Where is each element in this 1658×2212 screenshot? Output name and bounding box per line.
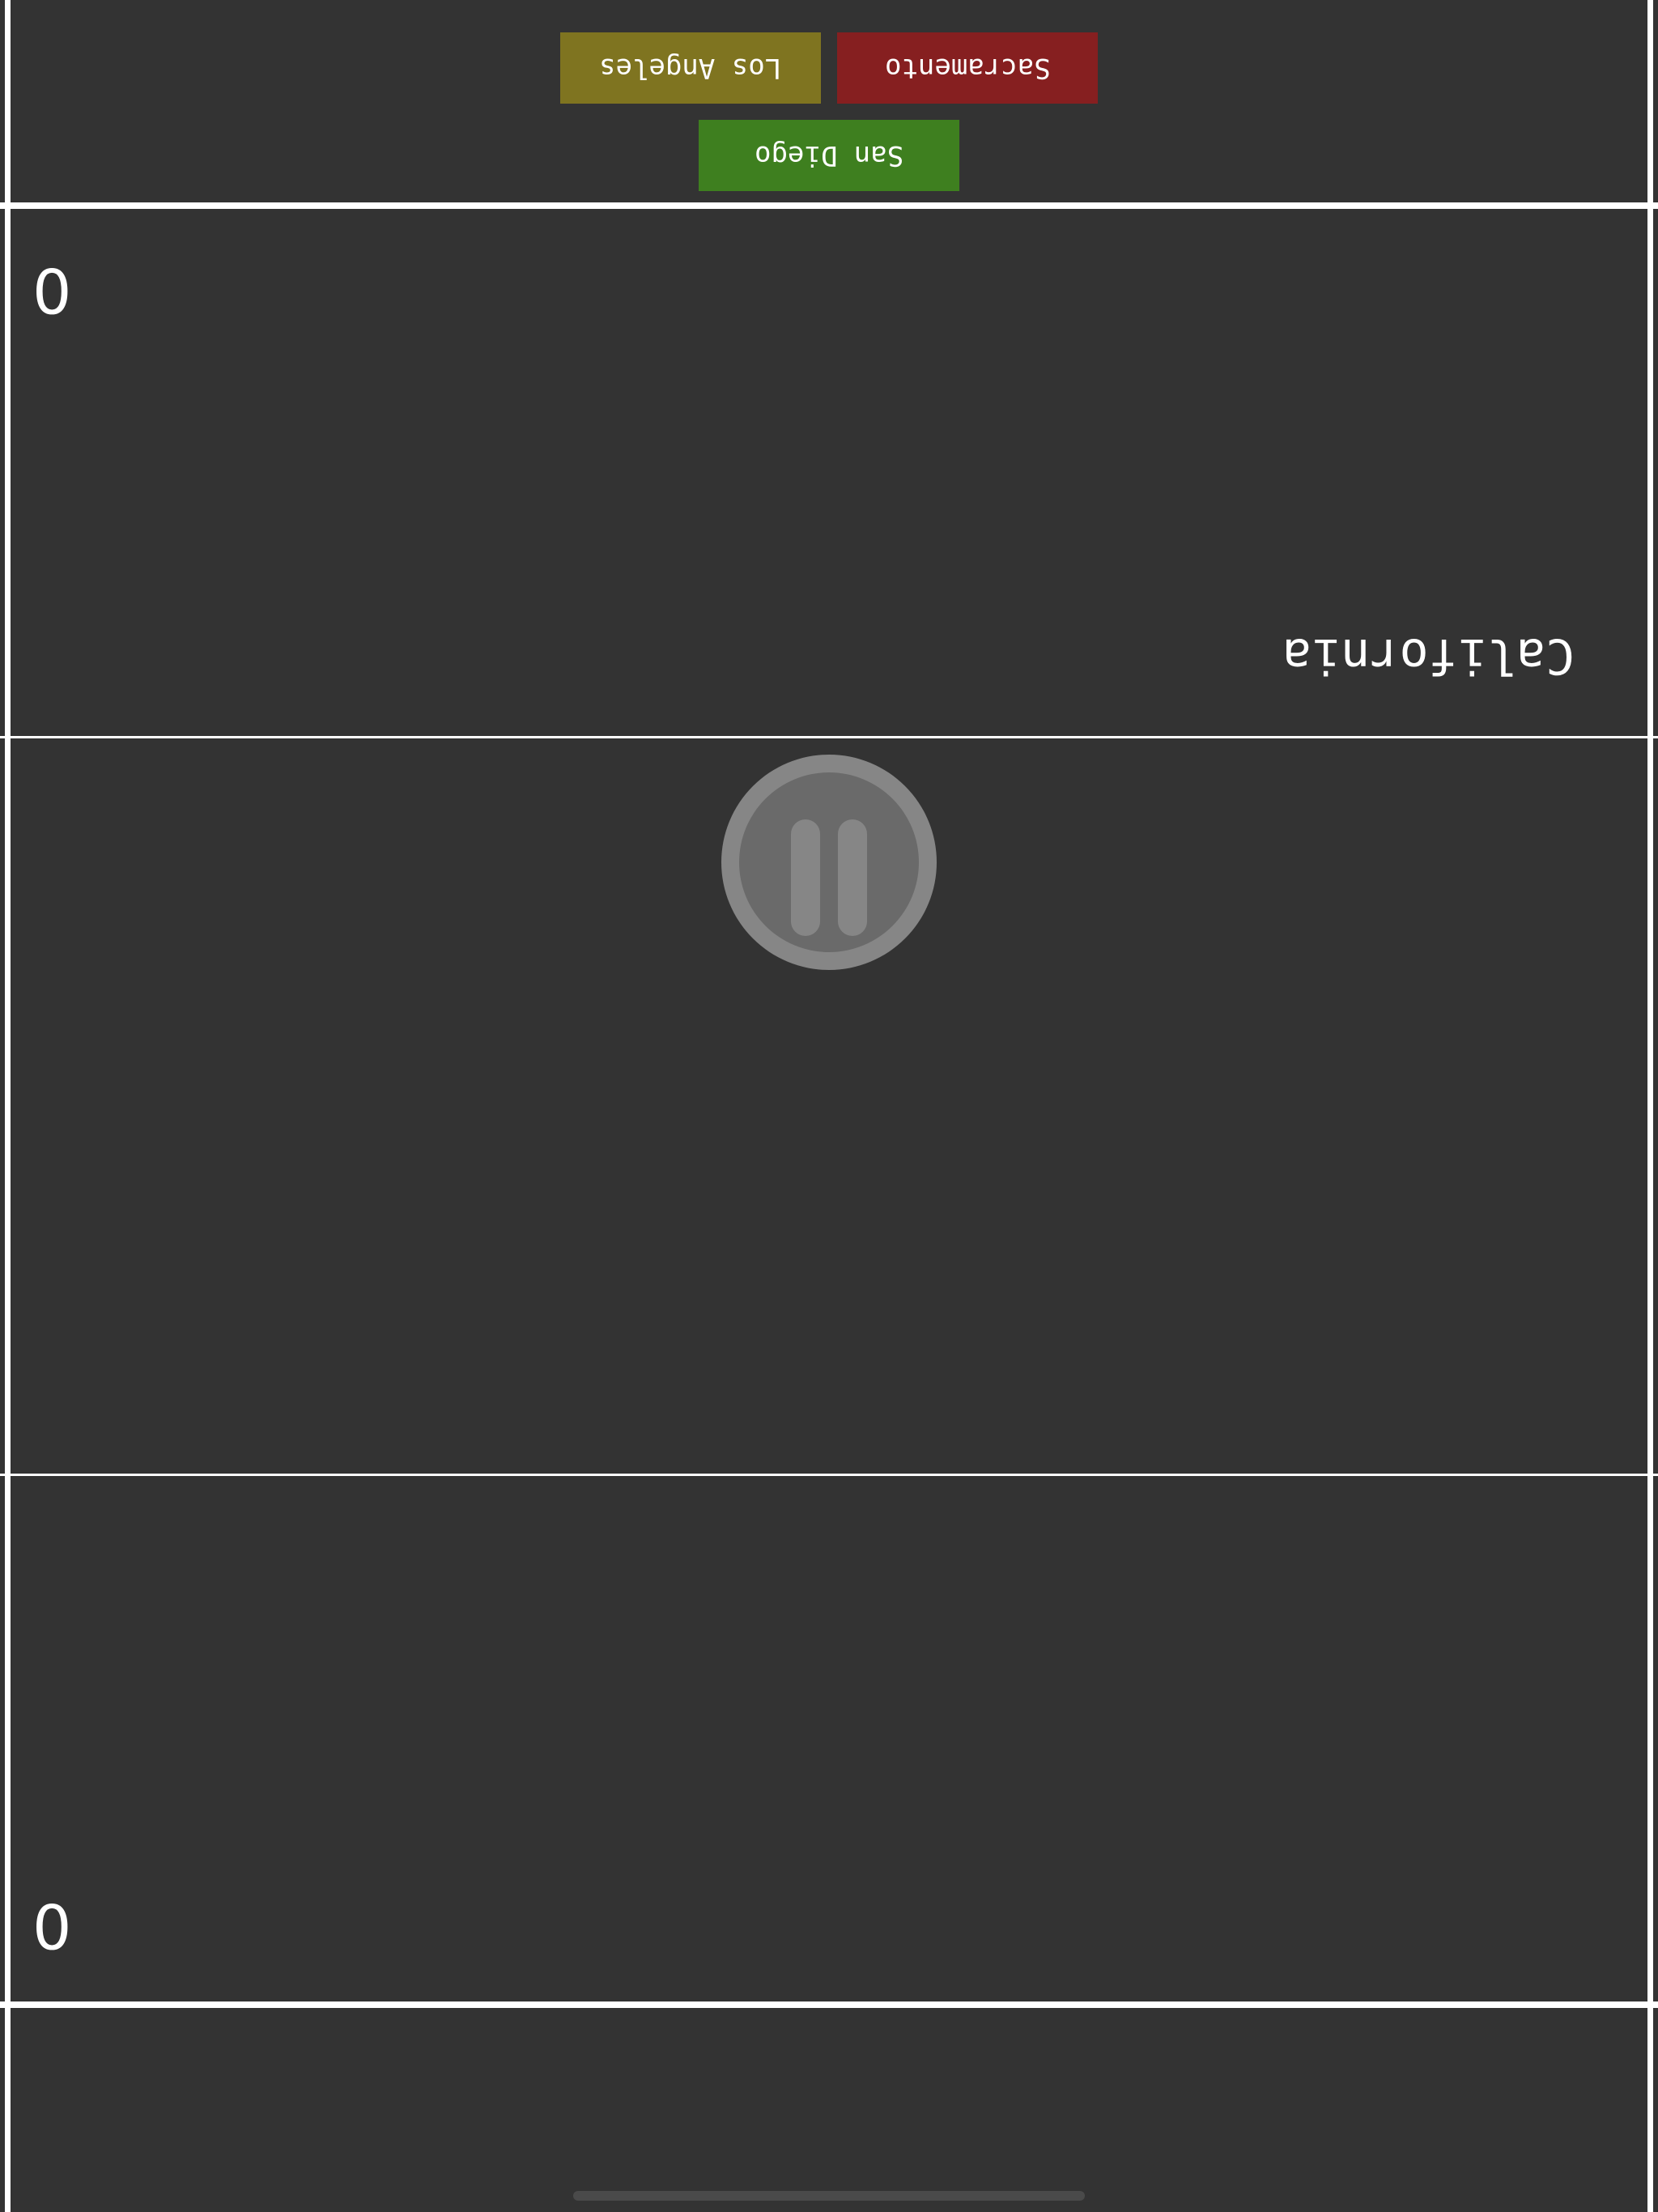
pause-icon xyxy=(739,772,919,952)
pause-bar-right xyxy=(838,819,867,936)
answer-label: Los Angeles xyxy=(599,52,782,84)
pause-button[interactable] xyxy=(721,755,937,970)
divider-top xyxy=(0,202,1658,209)
home-indicator[interactable] xyxy=(573,2191,1085,2201)
answer-button-sacramento[interactable]: Sacramento xyxy=(837,32,1098,104)
pause-bar-left xyxy=(791,819,820,936)
answer-label: Sacramento xyxy=(884,52,1051,84)
divider-bottom xyxy=(0,2001,1658,2008)
game-screen: Los Angeles Sacramento San Diego 0 Calif… xyxy=(0,0,1658,2212)
right-border xyxy=(1647,0,1653,2212)
answer-button-san-diego[interactable]: San Diego xyxy=(699,120,959,191)
divider-middle-top xyxy=(0,736,1658,738)
left-border xyxy=(5,0,11,2212)
opponent-score: 0 xyxy=(32,254,72,326)
divider-middle-bottom xyxy=(0,1474,1658,1476)
opponent-prompt: California xyxy=(1282,627,1575,684)
answer-button-los-angeles[interactable]: Los Angeles xyxy=(560,32,821,104)
player-score: 0 xyxy=(32,1890,72,1962)
answer-label: San Diego xyxy=(754,139,904,172)
